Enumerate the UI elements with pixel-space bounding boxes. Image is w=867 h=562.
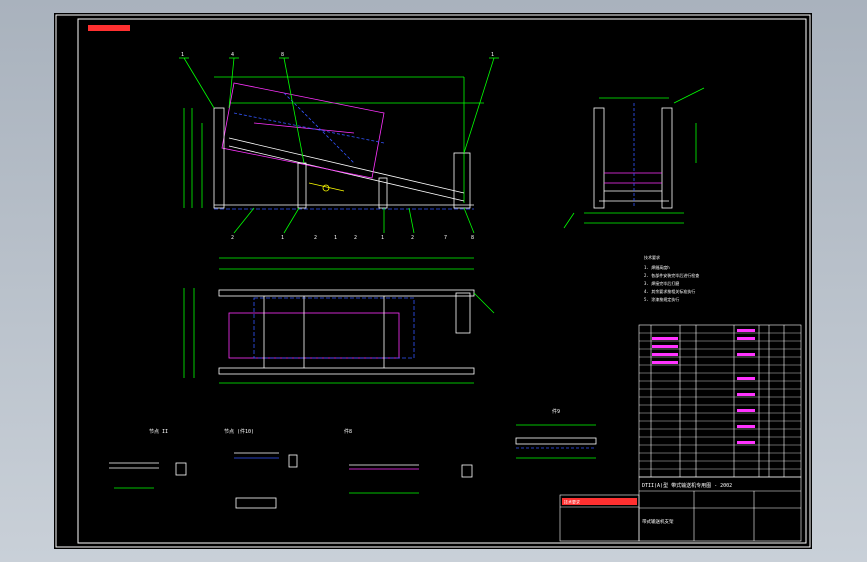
callout-10: 1 [381,235,384,241]
callout-9: 2 [354,235,357,241]
callout-5: 2 [231,235,234,241]
callout-4: 1 [491,52,494,58]
title-stamp: 技术要求 [564,499,580,505]
detail-4-label: 件9 [552,408,560,415]
svg-text:2. 各部件安装完毕后进行检查: 2. 各部件安装完毕后进行检查 [644,272,699,278]
sheet-outer-border [55,14,811,548]
corner-stamp [88,25,130,31]
sheet-inner-border [77,18,807,544]
drawing-sheet: 1 4 8 1 2 1 2 1 2 1 2 7 8 节点 II 节点 (件10)… [54,13,812,549]
callout-3: 8 [281,52,284,58]
belt-lower [228,145,465,202]
svg-text:4. 其余要求按相关标准执行: 4. 其余要求按相关标准执行 [644,288,695,294]
drawing-title: DTII(A)型 带式输送机专用图 - 2002 [642,482,732,489]
head-frame [453,152,471,209]
detail-3-label: 件8 [344,428,352,435]
callout-1: 1 [181,52,184,58]
technical-notes: 技术要求 1. 焊缝高度h 2. 各部件安装完毕后进行检查 3. 焊接完毕后打磨… [644,254,699,302]
drawing-canvas: 1 4 8 1 2 1 2 1 2 1 2 7 8 节点 II 节点 (件10)… [55,14,811,548]
bom-pink-cells [652,329,755,444]
end-post-right [661,107,673,209]
end-view [563,87,705,229]
drawing-name: 带式输送机支架 [642,518,674,525]
callout-11: 2 [411,235,414,241]
callout-8: 1 [334,235,337,241]
callout-7: 2 [314,235,317,241]
detail-views [109,424,597,509]
plan-top-rail [218,289,475,297]
end-post-left [593,107,605,209]
detail-2-label: 节点 (件10) [224,428,254,435]
side-elevation-view [179,57,499,234]
plan-view [183,257,495,384]
svg-text:5. 涂漆按规定执行: 5. 涂漆按规定执行 [644,296,679,302]
callout-2: 4 [231,52,234,58]
belt-upper [228,137,465,194]
detail-1-label: 节点 II [149,429,168,435]
callout-6: 1 [281,235,284,241]
notes-heading: 技术要求 [644,254,660,260]
svg-text:1. 焊缝高度h: 1. 焊缝高度h [644,264,670,270]
screen-outline [221,82,385,179]
cad-viewport[interactable]: 1 4 8 1 2 1 2 1 2 1 2 7 8 节点 II 节点 (件10)… [0,0,867,562]
detail-labels: 节点 II 节点 (件10) 件8 件9 [149,408,560,435]
plan-screen [228,312,400,359]
svg-text:3. 焊接完毕后打磨: 3. 焊接完毕后打磨 [644,280,679,286]
callout-12: 7 [444,235,447,241]
leg-left [213,107,225,209]
leg-mid [297,162,307,209]
plan-bottom-rail [218,367,475,375]
callout-13: 8 [471,235,474,241]
